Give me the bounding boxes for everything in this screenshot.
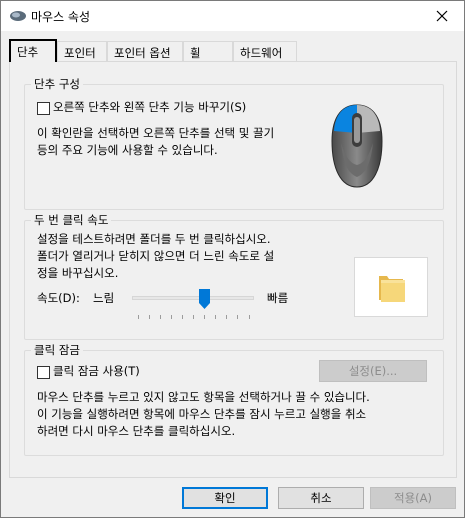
double-click-speed-group: 두 번 클릭 속도 설정을 테스트하려면 폴더를 두 번 클릭하십시오. 폴더가… <box>24 212 444 340</box>
title-bar: 마우스 속성 <box>1 1 464 31</box>
tab-hardware[interactable]: 하드웨어 <box>233 41 297 61</box>
slider-tick <box>249 315 250 319</box>
buttons-tab-panel: 단추 구성 오른쪽 단추와 왼쪽 단추 기능 바꾸기(S) 이 확인란을 선택하… <box>9 61 457 478</box>
slider-tick <box>215 315 216 319</box>
click-lock-description-3: 하려면 다시 마우스 단추를 클릭하십시오. <box>37 424 236 438</box>
click-lock-description-2: 이 기능을 실행하려면 항목에 마우스 단추를 잠시 누르고 실행을 취소 <box>37 407 367 421</box>
speed-fast-label: 빠름 <box>267 291 289 305</box>
slider-tick <box>160 315 161 319</box>
tab-wheel[interactable]: 휠 <box>183 41 233 61</box>
switch-buttons-label[interactable]: 오른쪽 단추와 왼쪽 단추 기능 바꾸기(S) <box>53 99 246 116</box>
window-title: 마우스 속성 <box>31 10 91 24</box>
test-folder-area[interactable] <box>354 257 428 317</box>
click-lock-title: 클릭 잠금 <box>31 342 83 358</box>
slider-tick <box>138 315 139 319</box>
slider-thumb[interactable] <box>199 289 210 309</box>
apply-button[interactable]: 적용(A) <box>370 487 456 509</box>
double-click-speed-slider[interactable] <box>132 289 254 323</box>
click-lock-group: 클릭 잠금 클릭 잠금 사용(T) 설정(E)... 마우스 단추를 누르고 있… <box>24 342 444 456</box>
mouse-properties-dialog: 마우스 속성 단추 포인터 포인터 옵션 휠 하드웨어 단추 구성 오른쪽 단추… <box>0 0 465 518</box>
speed-slow-label: 느림 <box>93 291 115 305</box>
close-icon <box>436 10 448 22</box>
click-lock-description-1: 마우스 단추를 누르고 있지 않고도 항목을 선택하거나 끌 수 있습니다. <box>37 390 370 404</box>
switch-buttons-checkbox[interactable] <box>37 102 50 115</box>
click-lock-settings-button[interactable]: 설정(E)... <box>319 360 427 382</box>
double-click-description-3: 정을 바꾸십시오. <box>37 266 119 280</box>
click-lock-label[interactable]: 클릭 잠금 사용(T) <box>53 363 140 380</box>
switch-buttons-description-1: 이 확인란을 선택하면 오른쪽 단추를 선택 및 끌기 <box>37 126 275 140</box>
tab-buttons[interactable]: 단추 <box>9 39 57 62</box>
speed-label: 속도(D): <box>37 291 80 305</box>
close-button[interactable] <box>420 1 464 31</box>
slider-tick <box>204 315 205 319</box>
mouse-app-icon <box>9 10 27 22</box>
cancel-button[interactable]: 취소 <box>278 487 364 509</box>
switch-buttons-description-2: 등의 주요 기능에 사용할 수 있습니다. <box>37 143 218 157</box>
folder-icon[interactable] <box>377 272 407 307</box>
slider-tick <box>237 315 238 319</box>
double-click-description-1: 설정을 테스트하려면 폴더를 두 번 클릭하십시오. <box>37 232 271 246</box>
mouse-illustration-icon <box>329 103 385 192</box>
tab-pointer-options[interactable]: 포인터 옵션 <box>107 41 183 61</box>
tab-pointers[interactable]: 포인터 <box>57 41 107 61</box>
slider-tick <box>193 315 194 319</box>
slider-tick <box>182 315 183 319</box>
slider-tick <box>149 315 150 319</box>
double-click-description-2: 폴더가 열리거나 닫히지 않으면 더 느린 속도로 설 <box>37 249 275 263</box>
double-click-speed-title: 두 번 클릭 속도 <box>31 212 112 228</box>
ok-button[interactable]: 확인 <box>182 487 268 509</box>
button-configuration-group: 단추 구성 오른쪽 단추와 왼쪽 단추 기능 바꾸기(S) 이 확인란을 선택하… <box>24 76 444 210</box>
click-lock-checkbox[interactable] <box>37 366 50 379</box>
slider-tick <box>226 315 227 319</box>
button-configuration-title: 단추 구성 <box>31 76 83 92</box>
slider-track <box>132 296 254 300</box>
slider-tick <box>171 315 172 319</box>
